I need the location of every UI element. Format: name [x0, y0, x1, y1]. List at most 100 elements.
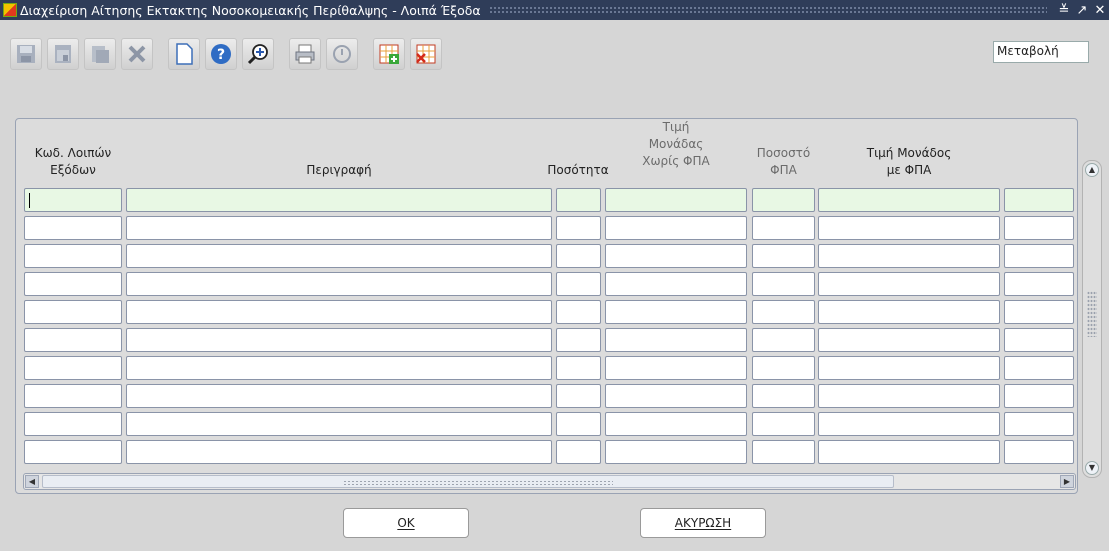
- description-cell[interactable]: [126, 188, 552, 212]
- unit-price-cell[interactable]: [605, 384, 747, 408]
- insert-row-button[interactable]: [373, 38, 405, 70]
- cancel-button[interactable]: ΑΚΥΡΩΣΗ: [640, 508, 766, 538]
- quantity-cell[interactable]: [556, 384, 601, 408]
- delete-button[interactable]: [121, 38, 153, 70]
- clear-record-button[interactable]: [84, 38, 116, 70]
- code-cell[interactable]: [24, 300, 122, 324]
- print-preview-button[interactable]: [47, 38, 79, 70]
- quantity-cell[interactable]: [556, 356, 601, 380]
- zoom-icon: [247, 44, 268, 65]
- help-button[interactable]: ?: [205, 38, 237, 70]
- price-with-vat-cell[interactable]: [818, 356, 1000, 380]
- vat-rate-cell[interactable]: [752, 440, 815, 464]
- extra-cell[interactable]: [1004, 384, 1074, 408]
- extra-cell[interactable]: [1004, 216, 1074, 240]
- unit-price-cell[interactable]: [605, 188, 747, 212]
- code-cell[interactable]: [24, 328, 122, 352]
- price-with-vat-cell[interactable]: [818, 440, 1000, 464]
- quantity-cell[interactable]: [556, 300, 601, 324]
- extra-cell[interactable]: [1004, 188, 1074, 212]
- unit-price-cell[interactable]: [605, 412, 747, 436]
- maximize-icon[interactable]: ↗: [1073, 3, 1091, 18]
- description-cell[interactable]: [126, 328, 552, 352]
- quantity-cell[interactable]: [556, 188, 601, 212]
- extra-cell[interactable]: [1004, 300, 1074, 324]
- code-cell[interactable]: [24, 188, 122, 212]
- minimize-icon[interactable]: ≚: [1055, 3, 1073, 18]
- vat-rate-cell[interactable]: [752, 216, 815, 240]
- extra-cell[interactable]: [1004, 412, 1074, 436]
- vat-rate-cell[interactable]: [752, 412, 815, 436]
- price-with-vat-cell[interactable]: [818, 412, 1000, 436]
- extra-cell[interactable]: [1004, 328, 1074, 352]
- price-with-vat-cell[interactable]: [818, 188, 1000, 212]
- vat-rate-cell[interactable]: [752, 244, 815, 268]
- save-button[interactable]: [10, 38, 42, 70]
- description-cell[interactable]: [126, 440, 552, 464]
- unit-price-cell[interactable]: [605, 328, 747, 352]
- extra-cell[interactable]: [1004, 356, 1074, 380]
- new-document-icon: [176, 43, 193, 65]
- code-cell[interactable]: [24, 216, 122, 240]
- description-cell[interactable]: [126, 412, 552, 436]
- delete-row-icon: [416, 44, 436, 64]
- code-cell[interactable]: [24, 384, 122, 408]
- title-bar: Διαχείριση Αίτησης Εκτακτης Νοσοκομειακή…: [0, 0, 1109, 20]
- unit-price-cell[interactable]: [605, 244, 747, 268]
- vat-rate-cell[interactable]: [752, 188, 815, 212]
- close-icon[interactable]: ✕: [1091, 3, 1109, 18]
- scroll-down-icon[interactable]: ▼: [1085, 461, 1099, 475]
- code-cell[interactable]: [24, 356, 122, 380]
- description-cell[interactable]: [126, 272, 552, 296]
- description-cell[interactable]: [126, 384, 552, 408]
- unit-price-cell[interactable]: [605, 440, 747, 464]
- code-cell[interactable]: [24, 440, 122, 464]
- scroll-up-icon[interactable]: ▲: [1085, 163, 1099, 177]
- price-with-vat-cell[interactable]: [818, 328, 1000, 352]
- quantity-cell[interactable]: [556, 412, 601, 436]
- vat-rate-cell[interactable]: [752, 384, 815, 408]
- description-cell[interactable]: [126, 300, 552, 324]
- window-title: Διαχείριση Αίτησης Εκτακτης Νοσοκομειακή…: [20, 2, 481, 18]
- vat-rate-cell[interactable]: [752, 356, 815, 380]
- scroll-left-icon[interactable]: ◀: [25, 475, 39, 488]
- extra-cell[interactable]: [1004, 272, 1074, 296]
- quantity-cell[interactable]: [556, 244, 601, 268]
- exit-button[interactable]: [326, 38, 358, 70]
- price-with-vat-cell[interactable]: [818, 216, 1000, 240]
- delete-row-button[interactable]: [410, 38, 442, 70]
- print-preview-icon: [55, 45, 71, 63]
- vat-rate-cell[interactable]: [752, 272, 815, 296]
- zoom-button[interactable]: [242, 38, 274, 70]
- unit-price-cell[interactable]: [605, 356, 747, 380]
- extra-cell[interactable]: [1004, 440, 1074, 464]
- unit-price-cell[interactable]: [605, 272, 747, 296]
- quantity-cell[interactable]: [556, 216, 601, 240]
- quantity-cell[interactable]: [556, 272, 601, 296]
- vat-rate-cell[interactable]: [752, 328, 815, 352]
- price-with-vat-cell[interactable]: [818, 244, 1000, 268]
- horizontal-scrollbar[interactable]: ◀ ▶: [23, 473, 1076, 490]
- vertical-scroll-grip[interactable]: [1087, 291, 1097, 337]
- ok-button[interactable]: OK: [343, 508, 469, 538]
- code-cell[interactable]: [24, 412, 122, 436]
- price-with-vat-cell[interactable]: [818, 384, 1000, 408]
- new-document-button[interactable]: [168, 38, 200, 70]
- description-cell[interactable]: [126, 216, 552, 240]
- code-cell[interactable]: [24, 244, 122, 268]
- quantity-cell[interactable]: [556, 328, 601, 352]
- unit-price-cell[interactable]: [605, 300, 747, 324]
- vat-rate-cell[interactable]: [752, 300, 815, 324]
- price-with-vat-cell[interactable]: [818, 272, 1000, 296]
- price-with-vat-cell[interactable]: [818, 300, 1000, 324]
- extra-cell[interactable]: [1004, 244, 1074, 268]
- vertical-scrollbar[interactable]: ▲ ▼: [1082, 160, 1102, 478]
- print-button[interactable]: [289, 38, 321, 70]
- scroll-right-icon[interactable]: ▶: [1060, 475, 1074, 488]
- unit-price-cell[interactable]: [605, 216, 747, 240]
- quantity-cell[interactable]: [556, 440, 601, 464]
- code-cell[interactable]: [24, 272, 122, 296]
- horizontal-scroll-thumb[interactable]: [42, 475, 894, 488]
- description-cell[interactable]: [126, 244, 552, 268]
- description-cell[interactable]: [126, 356, 552, 380]
